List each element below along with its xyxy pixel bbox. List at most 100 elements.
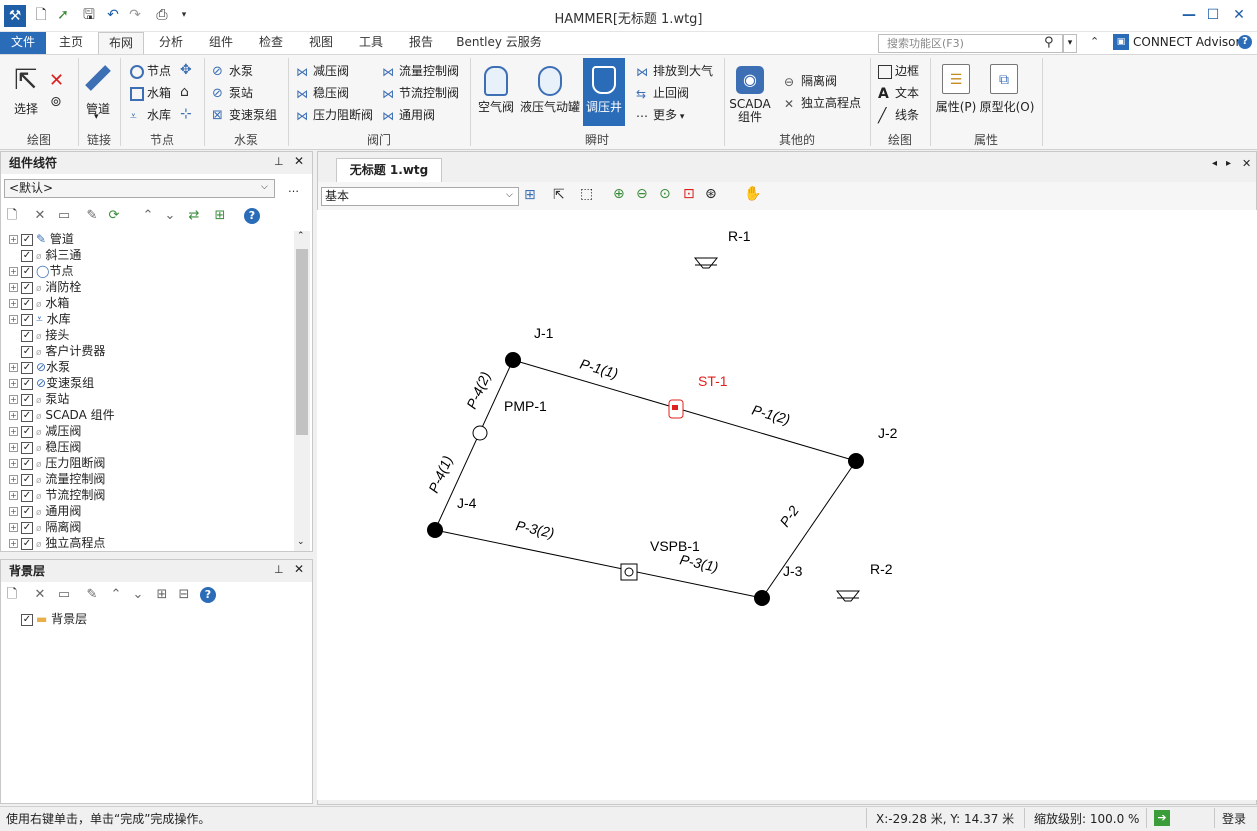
move-down-icon[interactable]: ⌄ bbox=[130, 587, 146, 603]
tree-item[interactable]: ✓ ø 客户计费器 bbox=[9, 343, 105, 359]
tree-item[interactable]: + ✓ ø 水箱 bbox=[9, 295, 69, 311]
remove-folder-icon[interactable]: ⊟ bbox=[176, 587, 192, 603]
tree-item[interactable]: + ✓ ⩡ 水库 bbox=[9, 311, 71, 327]
pointer-icon[interactable]: ⇱ bbox=[553, 187, 565, 203]
tree-item[interactable]: ✓ ▬ 背景层 bbox=[9, 611, 87, 627]
tree-item[interactable]: ✓ ø 斜三通 bbox=[9, 247, 81, 263]
new-icon[interactable]: 🗋 bbox=[4, 587, 20, 603]
connect-advisor-button[interactable]: CONNECT Advisor bbox=[1133, 35, 1240, 49]
pipe-p2[interactable] bbox=[761, 460, 857, 599]
panel-help-icon[interactable]: ? bbox=[244, 208, 260, 224]
tree-item[interactable]: + ✓ ø 独立高程点 bbox=[9, 535, 105, 551]
zoom-selection-icon[interactable]: ⊡ bbox=[683, 186, 695, 202]
vspb-vspb1[interactable] bbox=[620, 563, 638, 581]
tab-tools[interactable]: 工具 bbox=[350, 32, 392, 54]
tab-scroll-right-icon[interactable]: ▸ bbox=[1226, 158, 1231, 169]
delete-icon[interactable]: ✕ bbox=[49, 70, 64, 91]
delete-icon[interactable]: ✕ bbox=[32, 587, 48, 603]
tab-view[interactable]: 视图 bbox=[300, 32, 342, 54]
status-arrow-icon[interactable]: ➔ bbox=[1154, 810, 1170, 826]
maximize-icon[interactable]: ☐ bbox=[1200, 4, 1226, 26]
tree-scrollbar[interactable]: ⌃ ⌄ bbox=[294, 231, 310, 551]
move-down-icon[interactable]: ⌄ bbox=[162, 208, 178, 224]
reservoir-r1[interactable] bbox=[693, 257, 719, 269]
tree-item[interactable]: + ✓ ø 节流控制阀 bbox=[9, 487, 105, 503]
tree-item[interactable]: + ✓ ø 流量控制阀 bbox=[9, 471, 105, 487]
help-icon[interactable]: ? bbox=[1238, 35, 1252, 49]
tree-item[interactable]: + ✓ ⊘水泵 bbox=[9, 359, 70, 375]
junction-j4[interactable] bbox=[427, 522, 443, 538]
tcv-button[interactable]: ⋈ 节流控制阀 bbox=[382, 84, 459, 102]
tree-item[interactable]: + ✓ ⊘变速泵组 bbox=[9, 375, 94, 391]
tree-item[interactable]: + ✓ ø 压力阻断阀 bbox=[9, 455, 105, 471]
tree-item[interactable]: + ✓ ø 泵站 bbox=[9, 391, 69, 407]
pipe-p1[interactable] bbox=[512, 359, 857, 462]
psv-button[interactable]: ⋈ 稳压阀 bbox=[296, 84, 349, 102]
close-window-icon[interactable]: ✕ bbox=[1226, 4, 1252, 26]
border-button[interactable]: 边框 bbox=[878, 62, 919, 80]
panel-help-icon[interactable]: ? bbox=[200, 587, 216, 603]
symbology-profile-select[interactable]: <默认> bbox=[4, 179, 275, 198]
delete-icon[interactable]: ✕ bbox=[32, 208, 48, 224]
add-folder-icon[interactable]: ⊞ bbox=[154, 587, 170, 603]
properties-button[interactable]: 属性(P) bbox=[934, 98, 978, 115]
shuffle-icon[interactable]: ⇄ bbox=[186, 208, 202, 224]
refresh-icon[interactable]: ⟳ bbox=[106, 208, 122, 224]
zoom-extents-icon[interactable]: ⬚ bbox=[580, 186, 593, 202]
tree-item[interactable]: + ✓ ◯节点 bbox=[9, 263, 73, 279]
zoom-out-icon[interactable]: ⊖ bbox=[636, 186, 648, 202]
tree-item[interactable]: + ✓ ø 消防栓 bbox=[9, 279, 81, 295]
tree-item[interactable]: ✓ ø 接头 bbox=[9, 327, 69, 343]
vspb-button[interactable]: ⊠ 变速泵组 bbox=[212, 106, 277, 124]
gpv-button[interactable]: ⋈ 通用阀 bbox=[382, 106, 435, 124]
air-valve-button[interactable]: 空气阀 bbox=[476, 98, 516, 115]
pipe-dropdown-icon[interactable]: ▾ bbox=[94, 112, 99, 122]
scroll-down-icon[interactable]: ⌄ bbox=[297, 537, 305, 547]
move-up-icon[interactable]: ⌃ bbox=[108, 587, 124, 603]
panel-close-icon[interactable]: ✕ bbox=[294, 562, 304, 576]
select-chevron-icon[interactable]: ⌵ bbox=[261, 182, 268, 192]
junction-j2[interactable] bbox=[848, 453, 864, 469]
fcv-button[interactable]: ⋈ 流量控制阀 bbox=[382, 62, 459, 80]
surge-tank-st1[interactable] bbox=[668, 399, 684, 419]
edit-icon[interactable]: ✎ bbox=[84, 587, 100, 603]
tab-scroll-left-icon[interactable]: ◂ bbox=[1212, 158, 1217, 169]
tree-item[interactable]: + ✓ ø SCADA 组件 bbox=[9, 407, 115, 423]
document-tab[interactable]: 无标题 1.wtg bbox=[336, 158, 442, 182]
tank-button[interactable]: 水箱 bbox=[130, 84, 171, 102]
panel-close-icon[interactable]: ✕ bbox=[294, 154, 304, 168]
tab-bentley-cloud[interactable]: Bentley 云服务 bbox=[452, 32, 546, 54]
select-button[interactable]: 选择 bbox=[8, 100, 44, 117]
junction-j3[interactable] bbox=[754, 590, 770, 606]
tab-home[interactable]: 主页 bbox=[50, 32, 92, 54]
add-layer-icon[interactable]: ⊞ bbox=[212, 208, 228, 224]
prototypes-button[interactable]: 原型化(O) bbox=[978, 98, 1036, 115]
layout-icon[interactable]: ⊞ bbox=[524, 187, 536, 203]
surge-tank-button[interactable]: 调压井 bbox=[583, 98, 625, 115]
check-valve-button[interactable]: ⇆ 止回阀 bbox=[636, 84, 689, 102]
hydropneumatic-tank-button[interactable]: 液压气动罐 bbox=[518, 98, 582, 115]
view-select[interactable]: 基本 bbox=[321, 187, 519, 206]
tree-item[interactable]: + ✓ ø 减压阀 bbox=[9, 423, 81, 439]
new-icon[interactable]: 🗋 bbox=[4, 208, 20, 224]
zoom-previous-icon[interactable]: ⊛ bbox=[705, 186, 717, 202]
text-button[interactable]: A 文本 bbox=[878, 84, 919, 102]
pan-hand-icon[interactable]: ✋ bbox=[744, 186, 761, 202]
reservoir-button[interactable]: ⩡ 水库 bbox=[130, 106, 171, 124]
zoom-in-icon[interactable]: ⊕ bbox=[613, 186, 625, 202]
more-button[interactable]: ⋯ 更多 ▾ bbox=[636, 106, 684, 124]
discharge-to-atmosphere-button[interactable]: ⋈ 排放到大气 bbox=[636, 62, 713, 80]
binoculars-icon[interactable]: ⊚ bbox=[50, 94, 62, 110]
collapse-ribbon-icon[interactable]: ⌃ bbox=[1090, 35, 1099, 48]
move-up-icon[interactable]: ⌃ bbox=[140, 208, 156, 224]
ellipsis-button[interactable]: … bbox=[288, 182, 299, 195]
scada-element-button[interactable]: SCADA 组件 bbox=[728, 98, 772, 124]
ribbon-search-input[interactable]: 搜索功能区(F3) bbox=[878, 34, 1063, 53]
tab-layout[interactable]: 布网 bbox=[98, 32, 144, 54]
isolation-valve-button[interactable]: ⊖ 隔离阀 bbox=[784, 72, 837, 90]
spot-elevation-icon[interactable]: ⊹ bbox=[180, 106, 192, 122]
tree-item[interactable]: + ✓ ø 稳压阀 bbox=[9, 439, 81, 455]
customer-meter-icon[interactable]: ⌂ bbox=[180, 84, 189, 100]
prv-button[interactable]: ⋈ 减压阀 bbox=[296, 62, 349, 80]
zoom-window-icon[interactable]: ⊙ bbox=[659, 186, 671, 202]
